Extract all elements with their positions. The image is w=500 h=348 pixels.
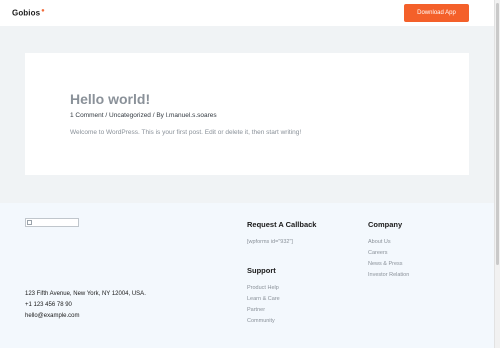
post-card: Hello world! 1 Comment / Uncategorized /… — [25, 53, 469, 175]
support-link-community[interactable]: Community — [247, 318, 275, 324]
post-meta[interactable]: 1 Comment / Uncategorized / By l.manuel.… — [70, 112, 217, 119]
support-title: Support — [247, 266, 276, 275]
company-title: Company — [368, 220, 403, 229]
support-link-learn-care[interactable]: Learn & Care — [247, 296, 280, 302]
logo-accent-icon: ● — [41, 8, 45, 14]
support-link-product-help[interactable]: Product Help — [247, 285, 279, 291]
download-app-button[interactable]: Download App — [404, 4, 469, 22]
callback-title: Request A Callback — [247, 220, 317, 229]
post-body: Welcome to WordPress. This is your first… — [70, 129, 302, 136]
broken-image-icon — [27, 220, 32, 225]
site-logo[interactable]: Gobios● — [12, 8, 45, 18]
company-link-about[interactable]: About Us — [368, 239, 391, 245]
company-link-investor[interactable]: Investor Relation — [368, 272, 409, 278]
footer-address: 123 Fifth Avenue, New York, NY 12004, US… — [25, 291, 146, 297]
scrollbar-thumb[interactable] — [496, 3, 499, 265]
footer-logo-image[interactable] — [25, 218, 79, 227]
callback-form-shortcode: [wpforms id="932"] — [247, 239, 293, 245]
company-link-careers[interactable]: Careers — [368, 250, 388, 256]
post-title[interactable]: Hello world! — [70, 91, 150, 107]
site-header: Gobios● Download App — [0, 0, 494, 26]
logo-text: Gobios — [12, 8, 41, 18]
footer-phone: +1 123 456 78 90 — [25, 302, 72, 308]
footer-email: hello@example.com — [25, 313, 80, 319]
support-link-partner[interactable]: Partner — [247, 307, 265, 313]
page-scrollbar[interactable] — [494, 0, 500, 348]
company-link-news[interactable]: News & Press — [368, 261, 403, 267]
site-footer: 123 Fifth Avenue, New York, NY 12004, US… — [0, 203, 494, 348]
